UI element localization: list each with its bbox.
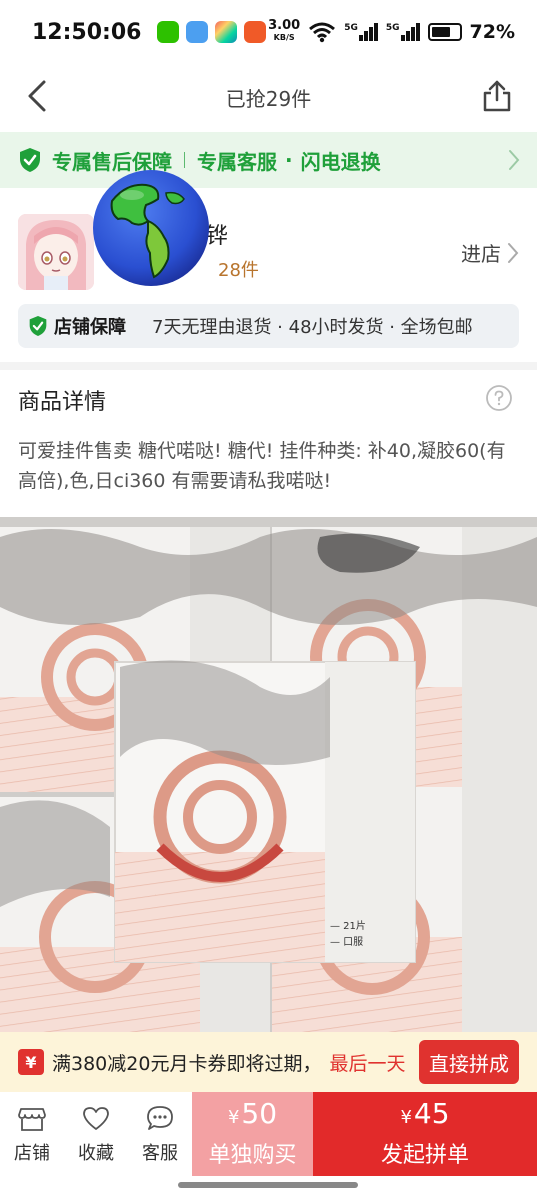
buy-single-button[interactable]: ¥50 单独购买 <box>192 1092 313 1176</box>
favorite-tab-label: 收藏 <box>78 1143 114 1164</box>
notification-icons <box>157 21 267 43</box>
chevron-right-icon <box>509 150 520 170</box>
service-tab-label: 客服 <box>142 1143 178 1164</box>
net-speed-value: 3.00 <box>268 18 301 33</box>
cloud-app-icon <box>186 21 209 43</box>
service-tab[interactable]: 客服 <box>128 1092 192 1176</box>
section-divider <box>0 362 537 370</box>
single-price-value: 50 <box>241 1097 278 1130</box>
status-time: 12:50:06 <box>32 19 142 45</box>
battery-icon <box>427 23 462 41</box>
shop-guarantee-bar[interactable]: 店铺保障 7天无理由退货 · 48小时发货 · 全场包邮 <box>18 304 519 348</box>
net-speed-unit: KB/S <box>273 33 295 42</box>
shop-sold-count: 28件 <box>218 260 259 281</box>
battery-percent: 72% <box>469 21 515 43</box>
single-price: ¥50 <box>228 1099 277 1133</box>
shield-check-icon <box>29 316 47 336</box>
bottom-safe-area <box>0 1176 537 1200</box>
coupon-yen-icon: ¥ <box>18 1049 44 1075</box>
shop-guarantee-desc: 7天无理由退货 · 48小时发货 · 全场包邮 <box>152 317 473 338</box>
bottom-action-bar: 店铺 收藏 客服 ¥50 单独购买 ¥45 发起拼单 <box>0 1092 537 1176</box>
signal-icon-2: 5G <box>386 23 420 41</box>
favorite-tab[interactable]: 收藏 <box>64 1092 128 1176</box>
page-title: 已抢29件 <box>225 86 312 111</box>
shop-avatar[interactable] <box>18 214 94 290</box>
store-tab[interactable]: 店铺 <box>0 1092 64 1176</box>
detail-section-title: 商品详情 <box>18 390 107 415</box>
shield-check-icon <box>20 148 40 172</box>
dot-separator: · <box>285 148 293 172</box>
shop-app-icon <box>244 21 267 43</box>
heart-icon <box>83 1107 109 1130</box>
detail-description: 可爱挂件售卖 糖代喏哒! 糖代! 挂件种类: 补40,凝胶60(有高倍),色,日… <box>18 440 506 492</box>
signal-icon-1: 5G <box>344 23 378 41</box>
direct-group-button[interactable]: 直接拼成 <box>419 1040 519 1084</box>
signal-1-label: 5G <box>344 23 358 33</box>
start-group-buy-label: 发起拼单 <box>380 1143 469 1168</box>
buy-single-label: 单独购买 <box>208 1143 297 1168</box>
store-tab-label: 店铺 <box>14 1143 50 1164</box>
group-currency: ¥ <box>400 1107 412 1128</box>
share-icon[interactable] <box>479 78 515 114</box>
signal-2-label: 5G <box>385 23 400 33</box>
shop-card[interactable]: 铧 28件 进店 店铺保障 7天无理由退货 · 48小时发货 · 全场包邮 <box>0 196 537 362</box>
start-group-buy-button[interactable]: ¥45 发起拼单 <box>313 1092 537 1176</box>
product-photo-illustration <box>0 517 537 1032</box>
anime-avatar-illustration <box>18 214 94 290</box>
nav-bar: 已抢29件 <box>0 64 537 130</box>
chevron-right-icon <box>508 242 519 263</box>
guarantee-banner[interactable]: 专属售后保障 专属客服 · 闪电退换 <box>0 132 537 188</box>
store-icon <box>18 1108 46 1131</box>
box-label-type: — 口服 <box>330 937 364 948</box>
photos-app-icon <box>215 21 238 43</box>
product-image[interactable]: — 21片 — 口服 <box>0 517 537 1032</box>
globe-sticker-icon <box>93 170 209 286</box>
coupon-urgent: 最后一天 <box>329 1052 406 1075</box>
single-currency: ¥ <box>227 1107 240 1128</box>
group-price: ¥45 <box>400 1099 449 1133</box>
status-bar: 12:50:06 3.00 KB/S 5G 5G 72% <box>0 0 537 64</box>
enter-shop-button[interactable]: 进店 <box>461 238 519 267</box>
group-price-value: 45 <box>413 1097 450 1130</box>
guarantee-item-return: 闪电退换 <box>300 149 381 174</box>
help-icon[interactable] <box>485 384 513 412</box>
enter-shop-label: 进店 <box>461 242 501 266</box>
coupon-message: 满380减20元月卡券即将过期， <box>52 1052 322 1075</box>
wifi-icon <box>309 22 336 43</box>
battery-fill <box>431 27 451 37</box>
home-indicator[interactable] <box>178 1182 358 1188</box>
box-label-count: — 21片 <box>330 921 366 932</box>
chat-bubble-icon <box>147 1106 173 1130</box>
wechat-icon <box>157 21 180 43</box>
back-icon[interactable] <box>22 78 58 114</box>
shop-guarantee-label: 店铺保障 <box>54 317 126 338</box>
net-speed: 3.00 KB/S <box>268 18 301 44</box>
coupon-bar[interactable]: ¥ 满380减20元月卡券即将过期， 最后一天 直接拼成 <box>0 1032 537 1092</box>
